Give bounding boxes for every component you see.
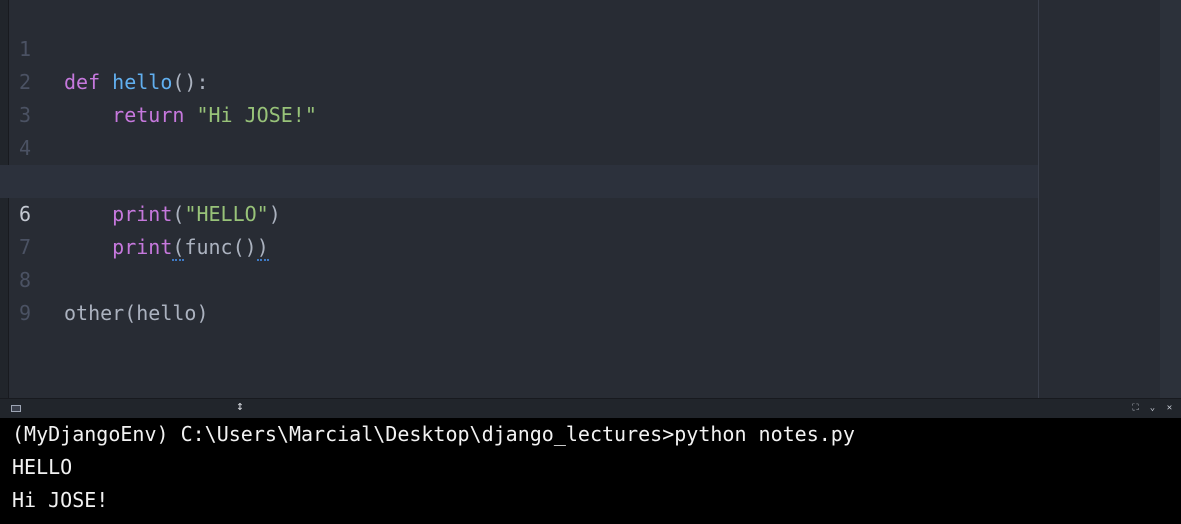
code-line[interactable]: 7	[0, 198, 1038, 259]
code-line[interactable]: 9	[0, 264, 1038, 325]
code-line[interactable]: 8 other(hello)	[0, 231, 1038, 325]
code-line[interactable]: 2 return "Hi JOSE!"	[0, 33, 1038, 127]
editor-scrollbar[interactable]	[1160, 0, 1181, 398]
terminal-line-output: HELLO	[12, 455, 73, 479]
code-editor[interactable]: 1 def hello(): 2 return "Hi JOSE!" 3 4 d…	[0, 0, 1181, 398]
terminal-line-output: Hi JOSE!	[12, 488, 109, 512]
terminal-panel-icon[interactable]	[11, 405, 21, 412]
line-number: 9	[18, 301, 32, 325]
line-code: other(hello)	[64, 297, 209, 330]
wrap-guide	[1038, 0, 1039, 398]
identifier-token: other(hello)	[64, 301, 209, 325]
terminal-line-command: (MyDjangoEnv) C:\Users\Marcial\Desktop\d…	[12, 422, 855, 446]
code-line[interactable]: 4 def other(func):	[0, 99, 1038, 193]
resize-handle-icon[interactable]: ↕	[236, 399, 244, 415]
code-line[interactable]: 5 print("HELLO")	[0, 132, 1038, 226]
code-line[interactable]: 1 def hello():	[0, 0, 1038, 94]
code-line[interactable]: 3	[0, 66, 1038, 127]
maximize-icon[interactable]: ⛶	[1130, 403, 1141, 414]
code-line-current[interactable]: 6 print(func())	[0, 165, 1038, 261]
close-icon[interactable]: ✕	[1164, 403, 1175, 414]
terminal[interactable]: (MyDjangoEnv) C:\Users\Marcial\Desktop\d…	[0, 418, 1181, 524]
terminal-panel-header: ↕ ⛶ ⌄ ✕	[0, 398, 1181, 418]
chevron-down-icon[interactable]: ⌄	[1147, 403, 1158, 414]
